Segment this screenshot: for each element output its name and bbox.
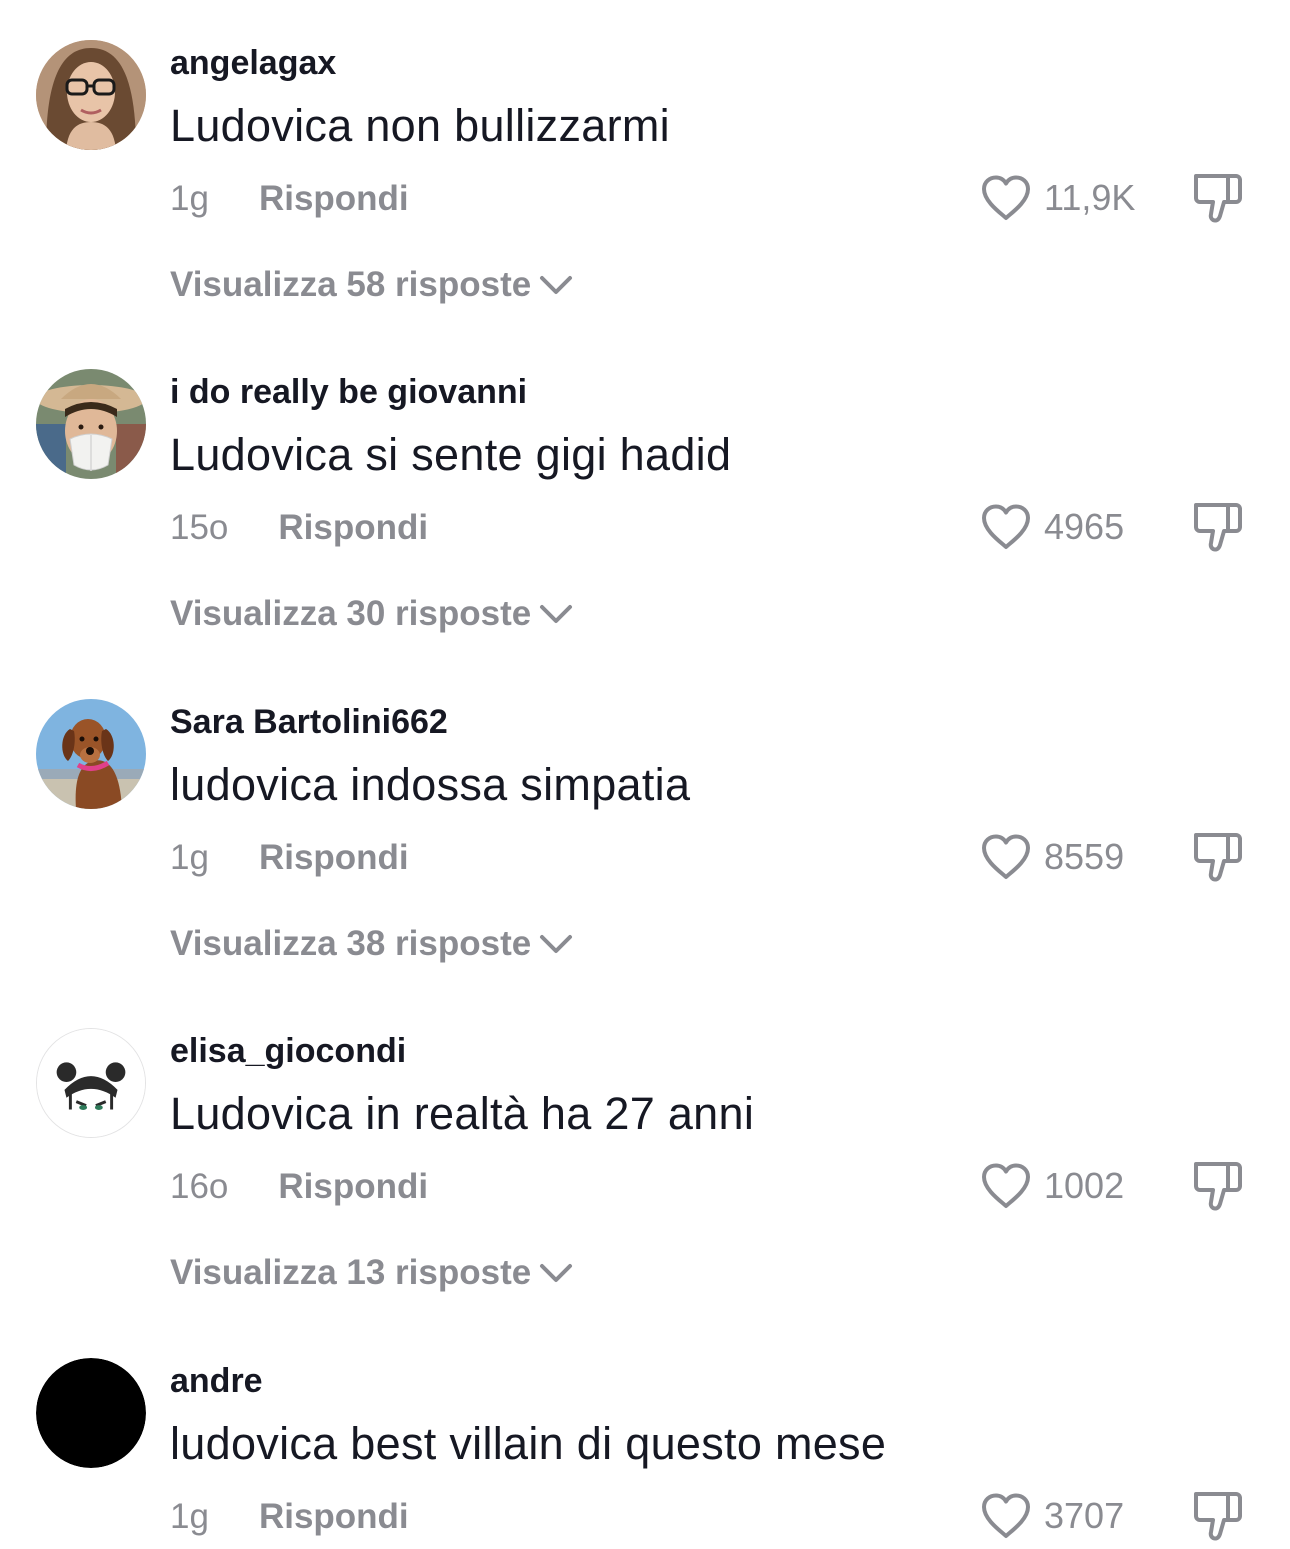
thumbs-down-icon (1194, 1492, 1242, 1541)
comment-time: 1g (170, 1497, 209, 1536)
comment-item: elisa_giocondi Ludovica in realtà ha 27 … (0, 988, 1290, 1318)
avatar[interactable] (36, 1358, 146, 1468)
comment-meta: 1g Rispondi (170, 835, 409, 881)
cartoon-girl-buns-drawing-icon (37, 1029, 145, 1137)
thumbs-down-icon (1194, 503, 1242, 552)
reply-button[interactable]: Rispondi (259, 179, 409, 219)
comment-item: i do really be giovanni Ludovica si sent… (0, 329, 1290, 659)
chevron-down-icon (540, 605, 573, 623)
like-count: 1002 (1044, 1165, 1125, 1206)
comment-text: Ludovica non bullizzarmi (170, 100, 670, 151)
thumbs-down-icon (1194, 833, 1242, 882)
username[interactable]: elisa_giocondi (170, 1032, 406, 1071)
username[interactable]: Sara Bartolini662 (170, 703, 448, 742)
dachshund-dog-photo-icon (36, 699, 146, 809)
heart-icon (982, 175, 1030, 220)
like-button[interactable]: 3707 (980, 1490, 1124, 1542)
chevron-down-icon (540, 276, 573, 294)
comment-time: 1g (170, 838, 209, 877)
like-count: 8559 (1044, 836, 1125, 877)
chevron-down-icon (540, 935, 573, 953)
black-circle-icon (36, 1358, 146, 1468)
man-with-hat-and-mask-photo-icon (36, 369, 146, 479)
view-replies-button[interactable]: Visualizza 38 risposte (170, 921, 573, 967)
reply-button[interactable]: Rispondi (278, 508, 428, 548)
comment-time: 16o (170, 1167, 229, 1206)
like-count: 3707 (1044, 1495, 1125, 1536)
heart-icon (982, 834, 1030, 879)
view-replies-button[interactable]: Visualizza 30 risposte (170, 591, 573, 637)
like-button[interactable]: 8559 (980, 831, 1124, 883)
username[interactable]: angelagax (170, 44, 336, 83)
like-count: 11,9K (1044, 177, 1136, 218)
view-replies-label: Visualizza 38 risposte (170, 924, 532, 963)
reply-button[interactable]: Rispondi (259, 838, 409, 878)
view-replies-button[interactable]: Visualizza 58 risposte (170, 262, 573, 308)
like-button[interactable]: 11,9K (980, 172, 1135, 224)
comment-time: 15o (170, 508, 229, 547)
thumbs-down-icon (1194, 1162, 1242, 1211)
username[interactable]: andre (170, 1362, 263, 1401)
comment-text: Ludovica in realtà ha 27 anni (170, 1088, 755, 1139)
reply-button[interactable]: Rispondi (259, 1497, 409, 1537)
like-button[interactable]: 1002 (980, 1160, 1124, 1212)
comment-meta: 1g Rispondi (170, 1494, 409, 1540)
dislike-button[interactable] (1190, 499, 1246, 555)
woman-with-glasses-photo-icon (36, 40, 146, 150)
comment-meta: 15o Rispondi (170, 505, 428, 551)
heart-icon (982, 1493, 1030, 1538)
view-replies-button[interactable]: Visualizza 13 risposte (170, 1250, 573, 1296)
avatar[interactable] (36, 699, 146, 809)
thumbs-down-icon (1194, 174, 1242, 223)
comment-time: 1g (170, 179, 209, 218)
dislike-button[interactable] (1190, 1158, 1246, 1214)
comment-meta: 1g Rispondi (170, 176, 409, 222)
avatar[interactable] (36, 1028, 146, 1138)
heart-icon (982, 1163, 1030, 1208)
comment-meta: 16o Rispondi (170, 1164, 428, 1210)
avatar[interactable] (36, 369, 146, 479)
like-button[interactable]: 4965 (980, 501, 1124, 553)
view-replies-label: Visualizza 13 risposte (170, 1253, 532, 1292)
username[interactable]: i do really be giovanni (170, 373, 527, 412)
heart-icon (982, 504, 1030, 549)
chevron-down-icon (540, 1264, 573, 1282)
view-replies-label: Visualizza 58 risposte (170, 265, 532, 304)
avatar[interactable] (36, 40, 146, 150)
dislike-button[interactable] (1190, 829, 1246, 885)
comment-text: ludovica best villain di questo mese (170, 1418, 887, 1469)
dislike-button[interactable] (1190, 170, 1246, 226)
reply-button[interactable]: Rispondi (278, 1167, 428, 1207)
comment-text: ludovica indossa simpatia (170, 759, 691, 810)
like-count: 4965 (1044, 506, 1125, 547)
comment-item: andre ludovica best villain di questo me… (0, 1318, 1290, 1541)
comment-text: Ludovica si sente gigi hadid (170, 429, 732, 480)
view-replies-label: Visualizza 30 risposte (170, 594, 532, 633)
comment-item: angelagax Ludovica non bullizzarmi 1g Ri… (0, 0, 1290, 330)
dislike-button[interactable] (1190, 1488, 1246, 1544)
comment-item: Sara Bartolini662 ludovica indossa simpa… (0, 659, 1290, 989)
